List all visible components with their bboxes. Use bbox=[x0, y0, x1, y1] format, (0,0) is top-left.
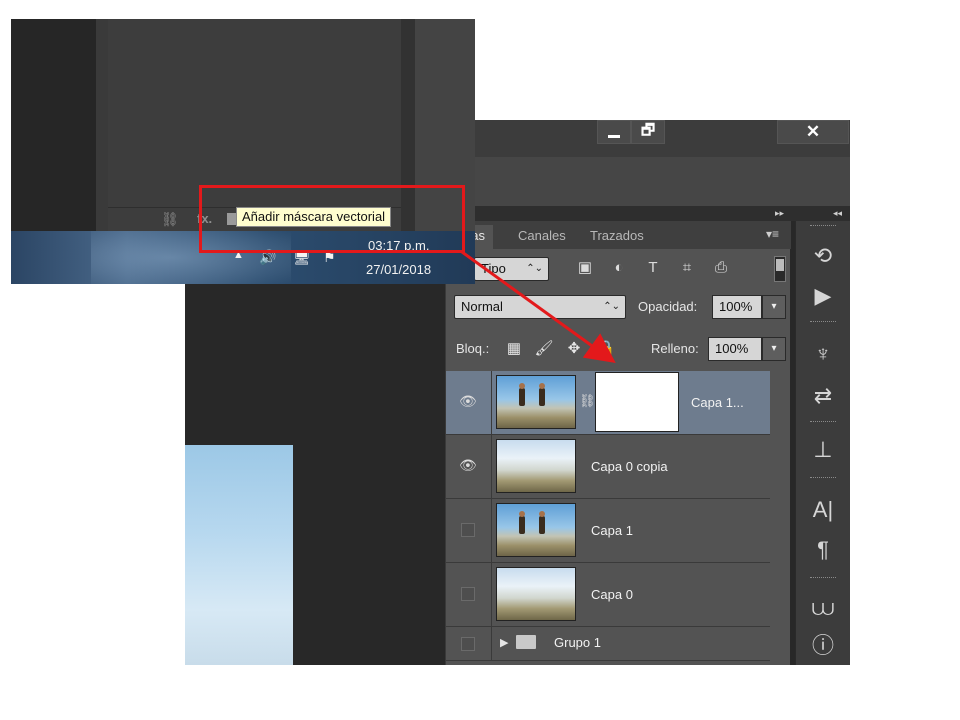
filter-row: Tipo ⌃⌄ ▣ ◐ T ⌗ ⎙ bbox=[446, 249, 791, 289]
history-icon[interactable]: ⟲ bbox=[808, 241, 838, 271]
chevron-down-icon: ▾ bbox=[771, 343, 777, 354]
visibility-toggle[interactable]: 👁 bbox=[446, 435, 492, 498]
adjustment-filter-icon[interactable]: ◐ bbox=[608, 257, 630, 279]
dock-grip bbox=[810, 321, 836, 323]
options-bar bbox=[475, 157, 850, 207]
person-figure bbox=[539, 383, 545, 406]
layer-name: Grupo 1 bbox=[554, 635, 601, 650]
layer-row[interactable]: Capa 1 bbox=[446, 499, 770, 563]
inset-workspace bbox=[11, 19, 96, 231]
panel-menu-icon[interactable]: ▾≡ bbox=[766, 227, 779, 241]
shape-filter-icon[interactable]: ⌗ bbox=[676, 257, 698, 279]
restore-button[interactable]: 🗗 bbox=[631, 120, 665, 144]
layer-name: Capa 0 copia bbox=[591, 459, 668, 474]
eye-icon: 👁 bbox=[459, 457, 477, 473]
expand-dock-icon[interactable]: ◂◂ bbox=[833, 208, 842, 219]
lock-pixels-icon[interactable]: 🖌 bbox=[534, 339, 554, 359]
adjustments-icon[interactable]: ⇄ bbox=[808, 381, 838, 411]
tab-paths[interactable]: Trazados bbox=[582, 225, 652, 249]
clone-source-icon[interactable]: ⊥ bbox=[808, 435, 838, 465]
layer-filter-select[interactable]: Tipo ⌃⌄ bbox=[474, 257, 549, 281]
layer-name: Capa 1 bbox=[591, 523, 633, 538]
layer-row[interactable]: Capa 0 bbox=[446, 563, 770, 627]
fill-input[interactable]: 100% bbox=[708, 337, 762, 361]
opacity-dropdown-button[interactable]: ▾ bbox=[762, 295, 786, 319]
link-icon[interactable]: ⛓ bbox=[579, 393, 596, 409]
blend-row: Normal ⌃⌄ Opacidad: 100% ▾ bbox=[446, 289, 791, 327]
restore-icon: 🗗 bbox=[640, 121, 656, 139]
brush-presets-icon[interactable]: ♆ bbox=[808, 339, 838, 369]
person-figure bbox=[519, 511, 525, 534]
blend-mode-value: Normal bbox=[461, 299, 503, 314]
chevron-updown-icon: ⌃⌄ bbox=[603, 301, 620, 312]
dock-grip bbox=[810, 225, 836, 227]
blend-mode-select[interactable]: Normal ⌃⌄ bbox=[454, 295, 626, 319]
layer-thumbnail bbox=[496, 439, 576, 493]
panel-tab-bar: pas Canales Trazados ▾≡ bbox=[446, 221, 791, 249]
layer-filter-value: Tipo bbox=[481, 261, 506, 276]
clock-date[interactable]: 27/01/2018 bbox=[366, 262, 431, 277]
chevron-down-icon: ▾ bbox=[771, 301, 777, 312]
hidden-visibility-box bbox=[461, 523, 475, 537]
collapse-panels-icon[interactable]: ▸▸ bbox=[775, 208, 784, 219]
lock-label: Bloq.: bbox=[456, 341, 490, 356]
dock-grip bbox=[810, 577, 836, 579]
paragraph-icon[interactable]: ¶ bbox=[808, 535, 838, 565]
person-figure bbox=[539, 511, 545, 534]
histogram-icon[interactable]: ⩊ bbox=[808, 593, 838, 623]
layers-panel: pas Canales Trazados ▾≡ Tipo ⌃⌄ ▣ ◐ T ⌗ … bbox=[445, 221, 791, 665]
character-icon[interactable]: A| bbox=[808, 495, 838, 525]
vector-mask-thumbnail[interactable] bbox=[595, 372, 679, 432]
group-row[interactable]: ▶ Grupo 1 bbox=[446, 627, 770, 661]
lock-all-icon[interactable]: 🔒 bbox=[596, 339, 616, 359]
type-filter-icon[interactable]: T bbox=[642, 257, 664, 279]
inset-divider bbox=[96, 19, 108, 231]
hidden-visibility-box bbox=[461, 637, 475, 651]
lock-position-icon[interactable]: ✥ bbox=[564, 339, 584, 359]
smart-object-filter-icon[interactable]: ⎙ bbox=[710, 257, 732, 279]
layers-list: 👁 ⛓ Capa 1... 👁 Capa 0 copia Capa 1 Capa… bbox=[446, 371, 770, 665]
document-canvas[interactable] bbox=[185, 445, 293, 665]
eye-icon: 👁 bbox=[459, 393, 477, 409]
layer-name: Capa 1... bbox=[691, 395, 744, 410]
layer-row[interactable]: 👁 ⛓ Capa 1... bbox=[446, 371, 770, 435]
lock-row: Bloq.: ▦ 🖌 ✥ 🔒 Relleno: 100% ▾ bbox=[446, 329, 791, 369]
group-expand-icon[interactable]: ▶ bbox=[500, 636, 508, 649]
tab-channels[interactable]: Canales bbox=[510, 225, 574, 249]
minimize-icon bbox=[608, 134, 620, 138]
image-filter-icon[interactable]: ▣ bbox=[574, 257, 596, 279]
minimize-button[interactable] bbox=[597, 120, 631, 144]
inset-layers-area bbox=[108, 19, 401, 207]
layer-thumbnail bbox=[496, 567, 576, 621]
dock-grip bbox=[810, 477, 836, 479]
visibility-toggle[interactable] bbox=[446, 627, 492, 660]
annotation-highlight-box bbox=[199, 185, 465, 253]
info-icon[interactable]: ⓘ bbox=[808, 631, 838, 661]
layer-name: Capa 0 bbox=[591, 587, 633, 602]
panel-collapse-strip bbox=[475, 207, 850, 221]
link-layers-icon[interactable]: ⛓ bbox=[161, 211, 179, 228]
visibility-toggle[interactable]: 👁 bbox=[446, 371, 492, 434]
fill-dropdown-button[interactable]: ▾ bbox=[762, 337, 786, 361]
folder-icon bbox=[516, 635, 536, 649]
close-icon: ✕ bbox=[805, 122, 821, 141]
visibility-toggle[interactable] bbox=[446, 499, 492, 562]
layer-thumbnail bbox=[496, 375, 576, 429]
panel-icon-dock: ⟲ ▶ ♆ ⇄ ⊥ A| ¶ ⩊ ⓘ bbox=[795, 221, 850, 665]
fill-label: Relleno: bbox=[651, 341, 699, 356]
person-figure bbox=[519, 383, 525, 406]
close-button[interactable]: ✕ bbox=[777, 120, 849, 144]
filter-toggle-switch[interactable] bbox=[774, 256, 786, 282]
hidden-visibility-box bbox=[461, 587, 475, 601]
actions-play-icon[interactable]: ▶ bbox=[808, 281, 838, 311]
opacity-input[interactable]: 100% bbox=[712, 295, 762, 319]
chevron-updown-icon: ⌃⌄ bbox=[526, 263, 543, 274]
visibility-toggle[interactable] bbox=[446, 563, 492, 626]
lock-transparency-icon[interactable]: ▦ bbox=[504, 339, 524, 359]
layer-thumbnail bbox=[496, 503, 576, 557]
layer-row[interactable]: 👁 Capa 0 copia bbox=[446, 435, 770, 499]
dock-grip bbox=[810, 421, 836, 423]
opacity-label: Opacidad: bbox=[638, 299, 698, 314]
